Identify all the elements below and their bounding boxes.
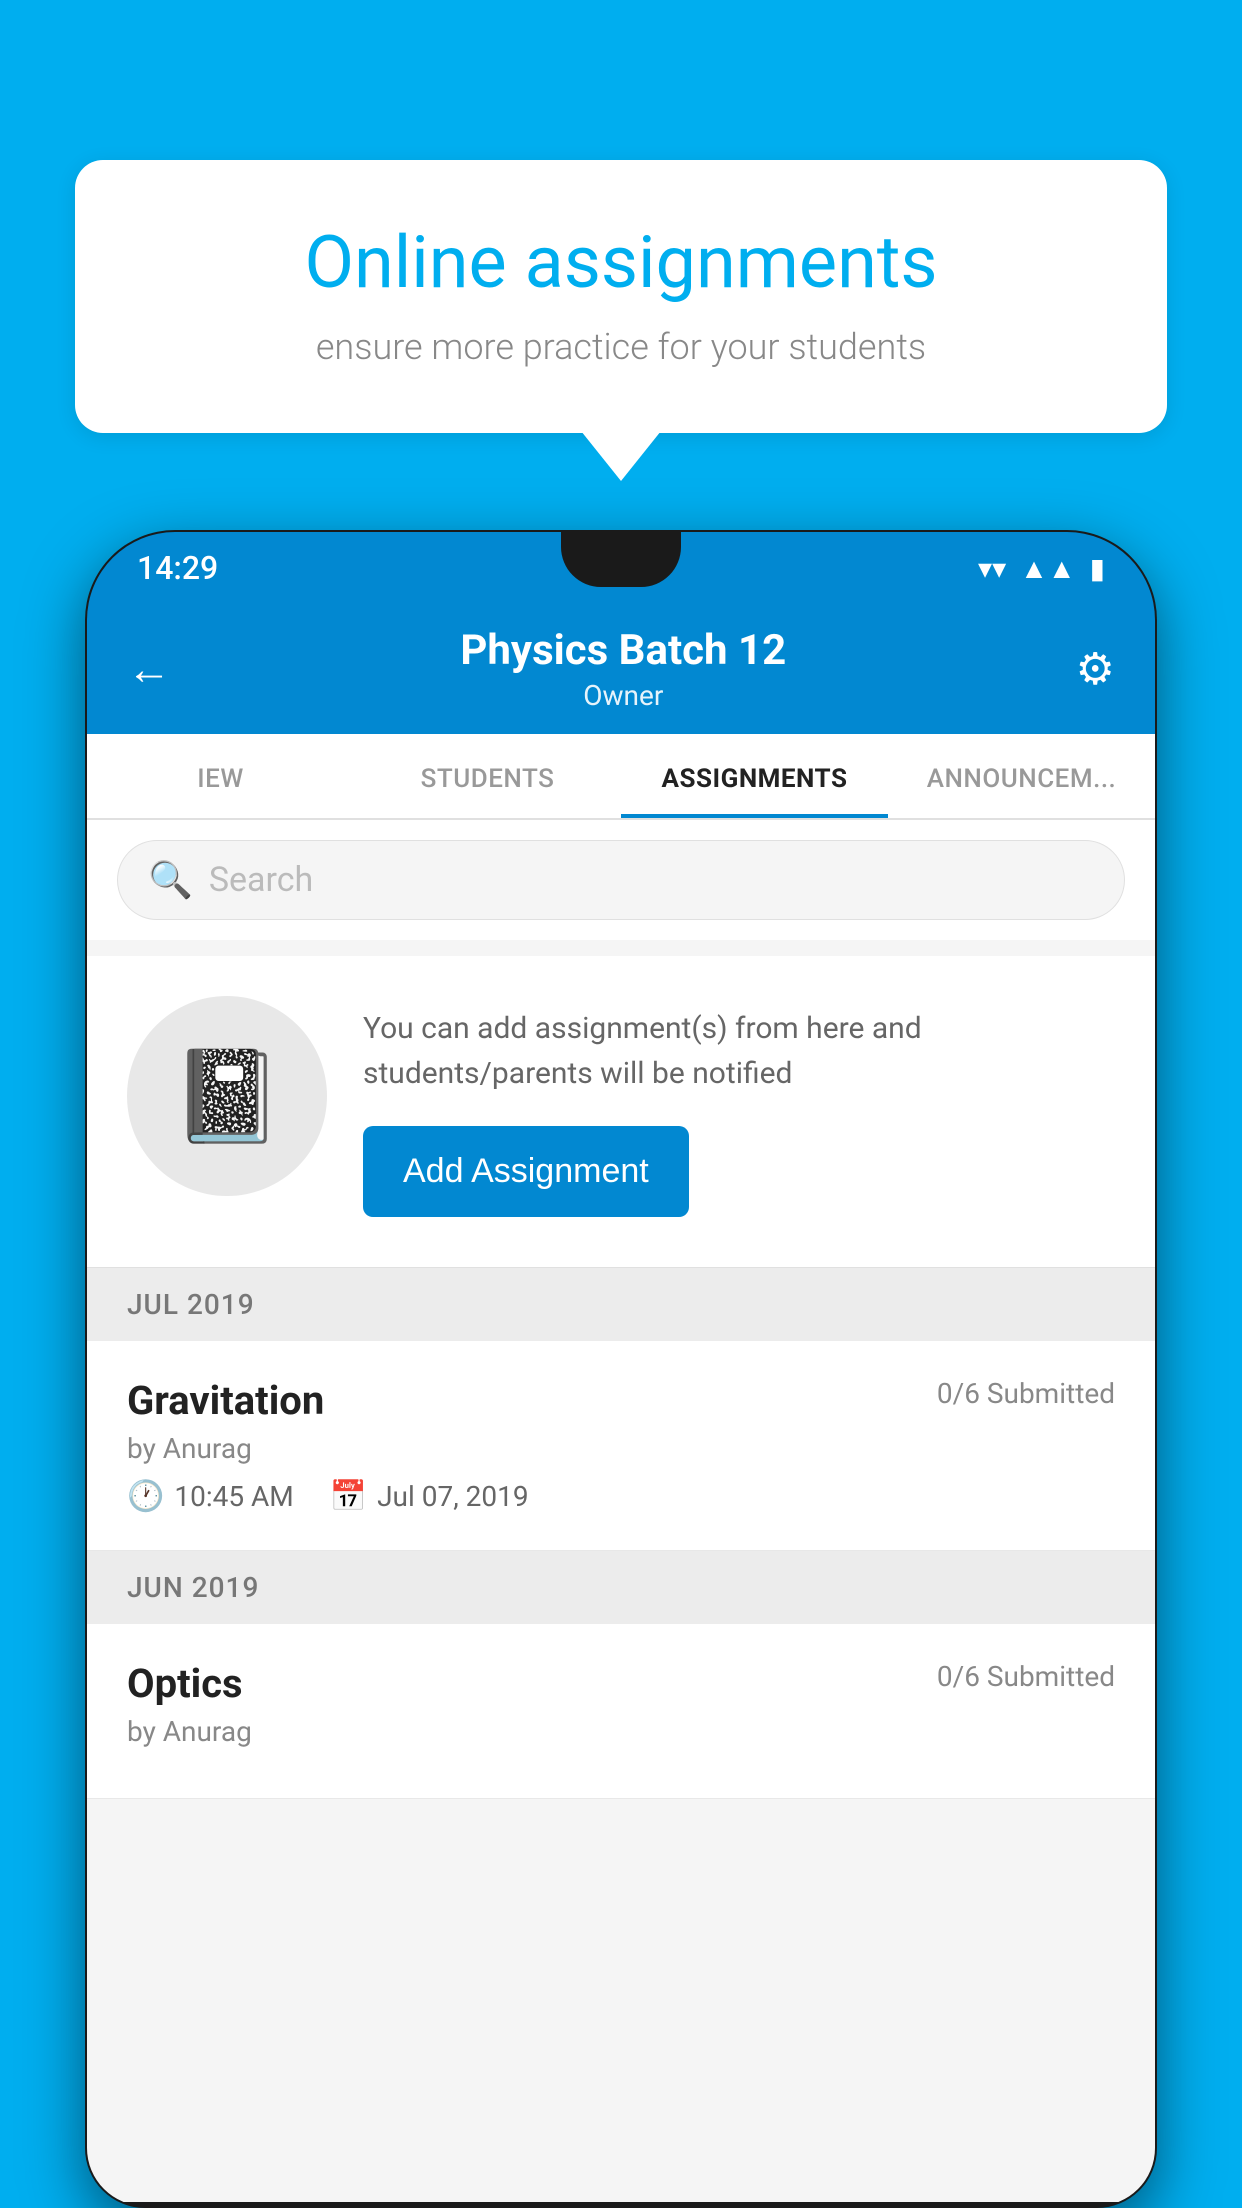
search-bar[interactable]: 🔍 Search — [117, 840, 1125, 920]
speech-bubble-container: Online assignments ensure more practice … — [75, 160, 1167, 433]
tab-announcements[interactable]: ANNOUNCEM... — [888, 734, 1155, 818]
search-placeholder: Search — [209, 860, 313, 900]
app-header: ← Physics Batch 12 Owner ⚙ — [87, 604, 1155, 734]
search-bar-wrap: 🔍 Search — [87, 820, 1155, 940]
assignment-submitted-gravitation: 0/6 Submitted — [937, 1377, 1115, 1410]
meta-date-gravitation: 📅 Jul 07, 2019 — [330, 1479, 529, 1514]
assignment-optics[interactable]: Optics 0/6 Submitted by Anurag — [87, 1624, 1155, 1799]
content-area: 🔍 Search 📓 You can add assignment(s) fro… — [87, 820, 1155, 2202]
assignment-top-optics: Optics 0/6 Submitted — [127, 1660, 1115, 1707]
back-button[interactable]: ← — [127, 643, 171, 695]
tab-iew[interactable]: IEW — [87, 734, 354, 818]
assignment-gravitation[interactable]: Gravitation 0/6 Submitted by Anurag 🕐 10… — [87, 1341, 1155, 1551]
signal-icon: ▲▲ — [1020, 552, 1075, 585]
status-bar: 14:29 ▾▾ ▲▲ ▮ — [87, 532, 1155, 604]
assignment-time-gravitation: 10:45 AM — [174, 1480, 293, 1513]
meta-time-gravitation: 🕐 10:45 AM — [127, 1479, 294, 1514]
assignment-top: Gravitation 0/6 Submitted — [127, 1377, 1115, 1424]
tab-students[interactable]: STUDENTS — [354, 734, 621, 818]
promo-card: 📓 You can add assignment(s) from here an… — [87, 956, 1155, 1268]
calendar-icon: 📅 — [330, 1479, 367, 1514]
wifi-icon: ▾▾ — [978, 552, 1006, 585]
bubble-subtitle: ensure more practice for your students — [145, 326, 1097, 368]
add-assignment-button[interactable]: Add Assignment — [363, 1126, 689, 1217]
assignment-title-optics: Optics — [127, 1660, 243, 1707]
assignment-submitted-optics: 0/6 Submitted — [937, 1660, 1115, 1693]
search-icon: 🔍 — [148, 859, 193, 901]
assignment-by-optics: by Anurag — [127, 1715, 1115, 1748]
settings-button[interactable]: ⚙ — [1076, 643, 1115, 695]
assignment-meta-gravitation: 🕐 10:45 AM 📅 Jul 07, 2019 — [127, 1479, 1115, 1514]
header-title-block: Physics Batch 12 Owner — [460, 626, 786, 712]
tab-assignments[interactable]: ASSIGNMENTS — [621, 734, 888, 818]
phone-inner: 14:29 ▾▾ ▲▲ ▮ ← Physics Batch 12 Owner ⚙… — [87, 532, 1155, 2206]
speech-bubble: Online assignments ensure more practice … — [75, 160, 1167, 433]
promo-content: You can add assignment(s) from here and … — [363, 996, 1115, 1217]
clock-icon: 🕐 — [127, 1479, 164, 1514]
header-title: Physics Batch 12 — [460, 626, 786, 675]
section-jun-2019: JUN 2019 — [87, 1551, 1155, 1624]
assignment-title-gravitation: Gravitation — [127, 1377, 324, 1424]
assignment-date-gravitation: Jul 07, 2019 — [377, 1480, 529, 1513]
notch — [561, 532, 681, 587]
section-jul-2019: JUL 2019 — [87, 1268, 1155, 1341]
header-subtitle: Owner — [460, 679, 786, 712]
status-icons: ▾▾ ▲▲ ▮ — [978, 552, 1105, 585]
battery-icon: ▮ — [1090, 552, 1105, 585]
tabs-bar: IEW STUDENTS ASSIGNMENTS ANNOUNCEM... — [87, 734, 1155, 820]
assignment-by-gravitation: by Anurag — [127, 1432, 1115, 1465]
phone-frame: 14:29 ▾▾ ▲▲ ▮ ← Physics Batch 12 Owner ⚙… — [85, 530, 1157, 2208]
notebook-icon: 📓 — [171, 1044, 283, 1149]
promo-description: You can add assignment(s) from here and … — [363, 1006, 1115, 1096]
promo-icon-circle: 📓 — [127, 996, 327, 1196]
bubble-title: Online assignments — [145, 220, 1097, 306]
status-time: 14:29 — [137, 549, 218, 587]
